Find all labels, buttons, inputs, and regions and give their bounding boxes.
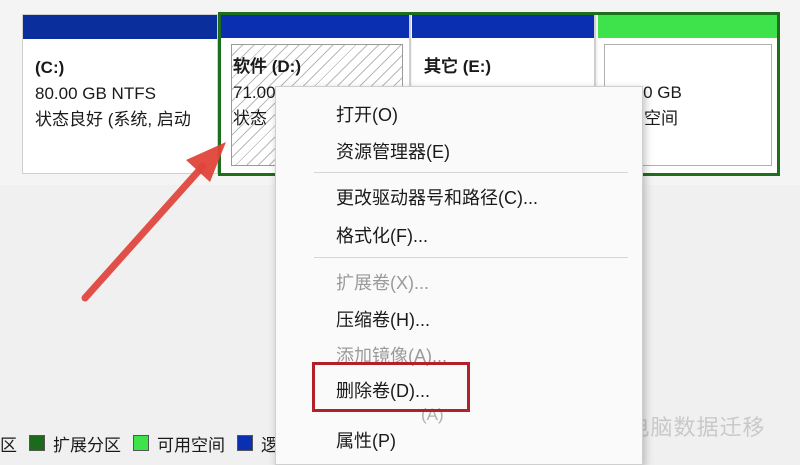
legend-swatch-extended [29,435,45,451]
legend-label-primary: 区 [0,435,17,455]
partition-c-bar [23,15,217,39]
menu-separator [314,172,628,173]
partition-c-status: 状态良好 (系统, 启动 [35,110,191,129]
partition-c[interactable]: (C:) 80.00 GB NTFS 状态良好 (系统, 启动 [22,14,218,174]
legend-label-free: 可用空间 [157,435,225,455]
context-menu: 打开(O) 资源管理器(E) 更改驱动器号和路径(C)... 格式化(F)...… [275,86,643,465]
menu-separator [314,257,628,258]
partition-c-size: 80.00 GB NTFS [35,84,156,103]
partition-c-name: (C:) [35,58,65,77]
menu-explorer[interactable]: 资源管理器(E) [336,138,450,164]
legend-label-extended: 扩展分区 [53,435,121,455]
legend-swatch-free [133,435,149,451]
menu-format[interactable]: 格式化(F)... [336,222,428,248]
menu-properties[interactable]: 属性(P) [336,427,396,453]
legend-swatch-logical [237,435,253,451]
menu-extend-volume: 扩展卷(X)... [336,273,429,293]
menu-open[interactable]: 打开(O) [336,101,398,127]
menu-shrink-volume[interactable]: 压缩卷(H)... [336,306,430,332]
delete-highlight-box [312,362,470,412]
legend: 区 扩展分区 可用空间 逻 [0,430,278,456]
menu-change-drive-letter[interactable]: 更改驱动器号和路径(C)... [336,184,538,210]
